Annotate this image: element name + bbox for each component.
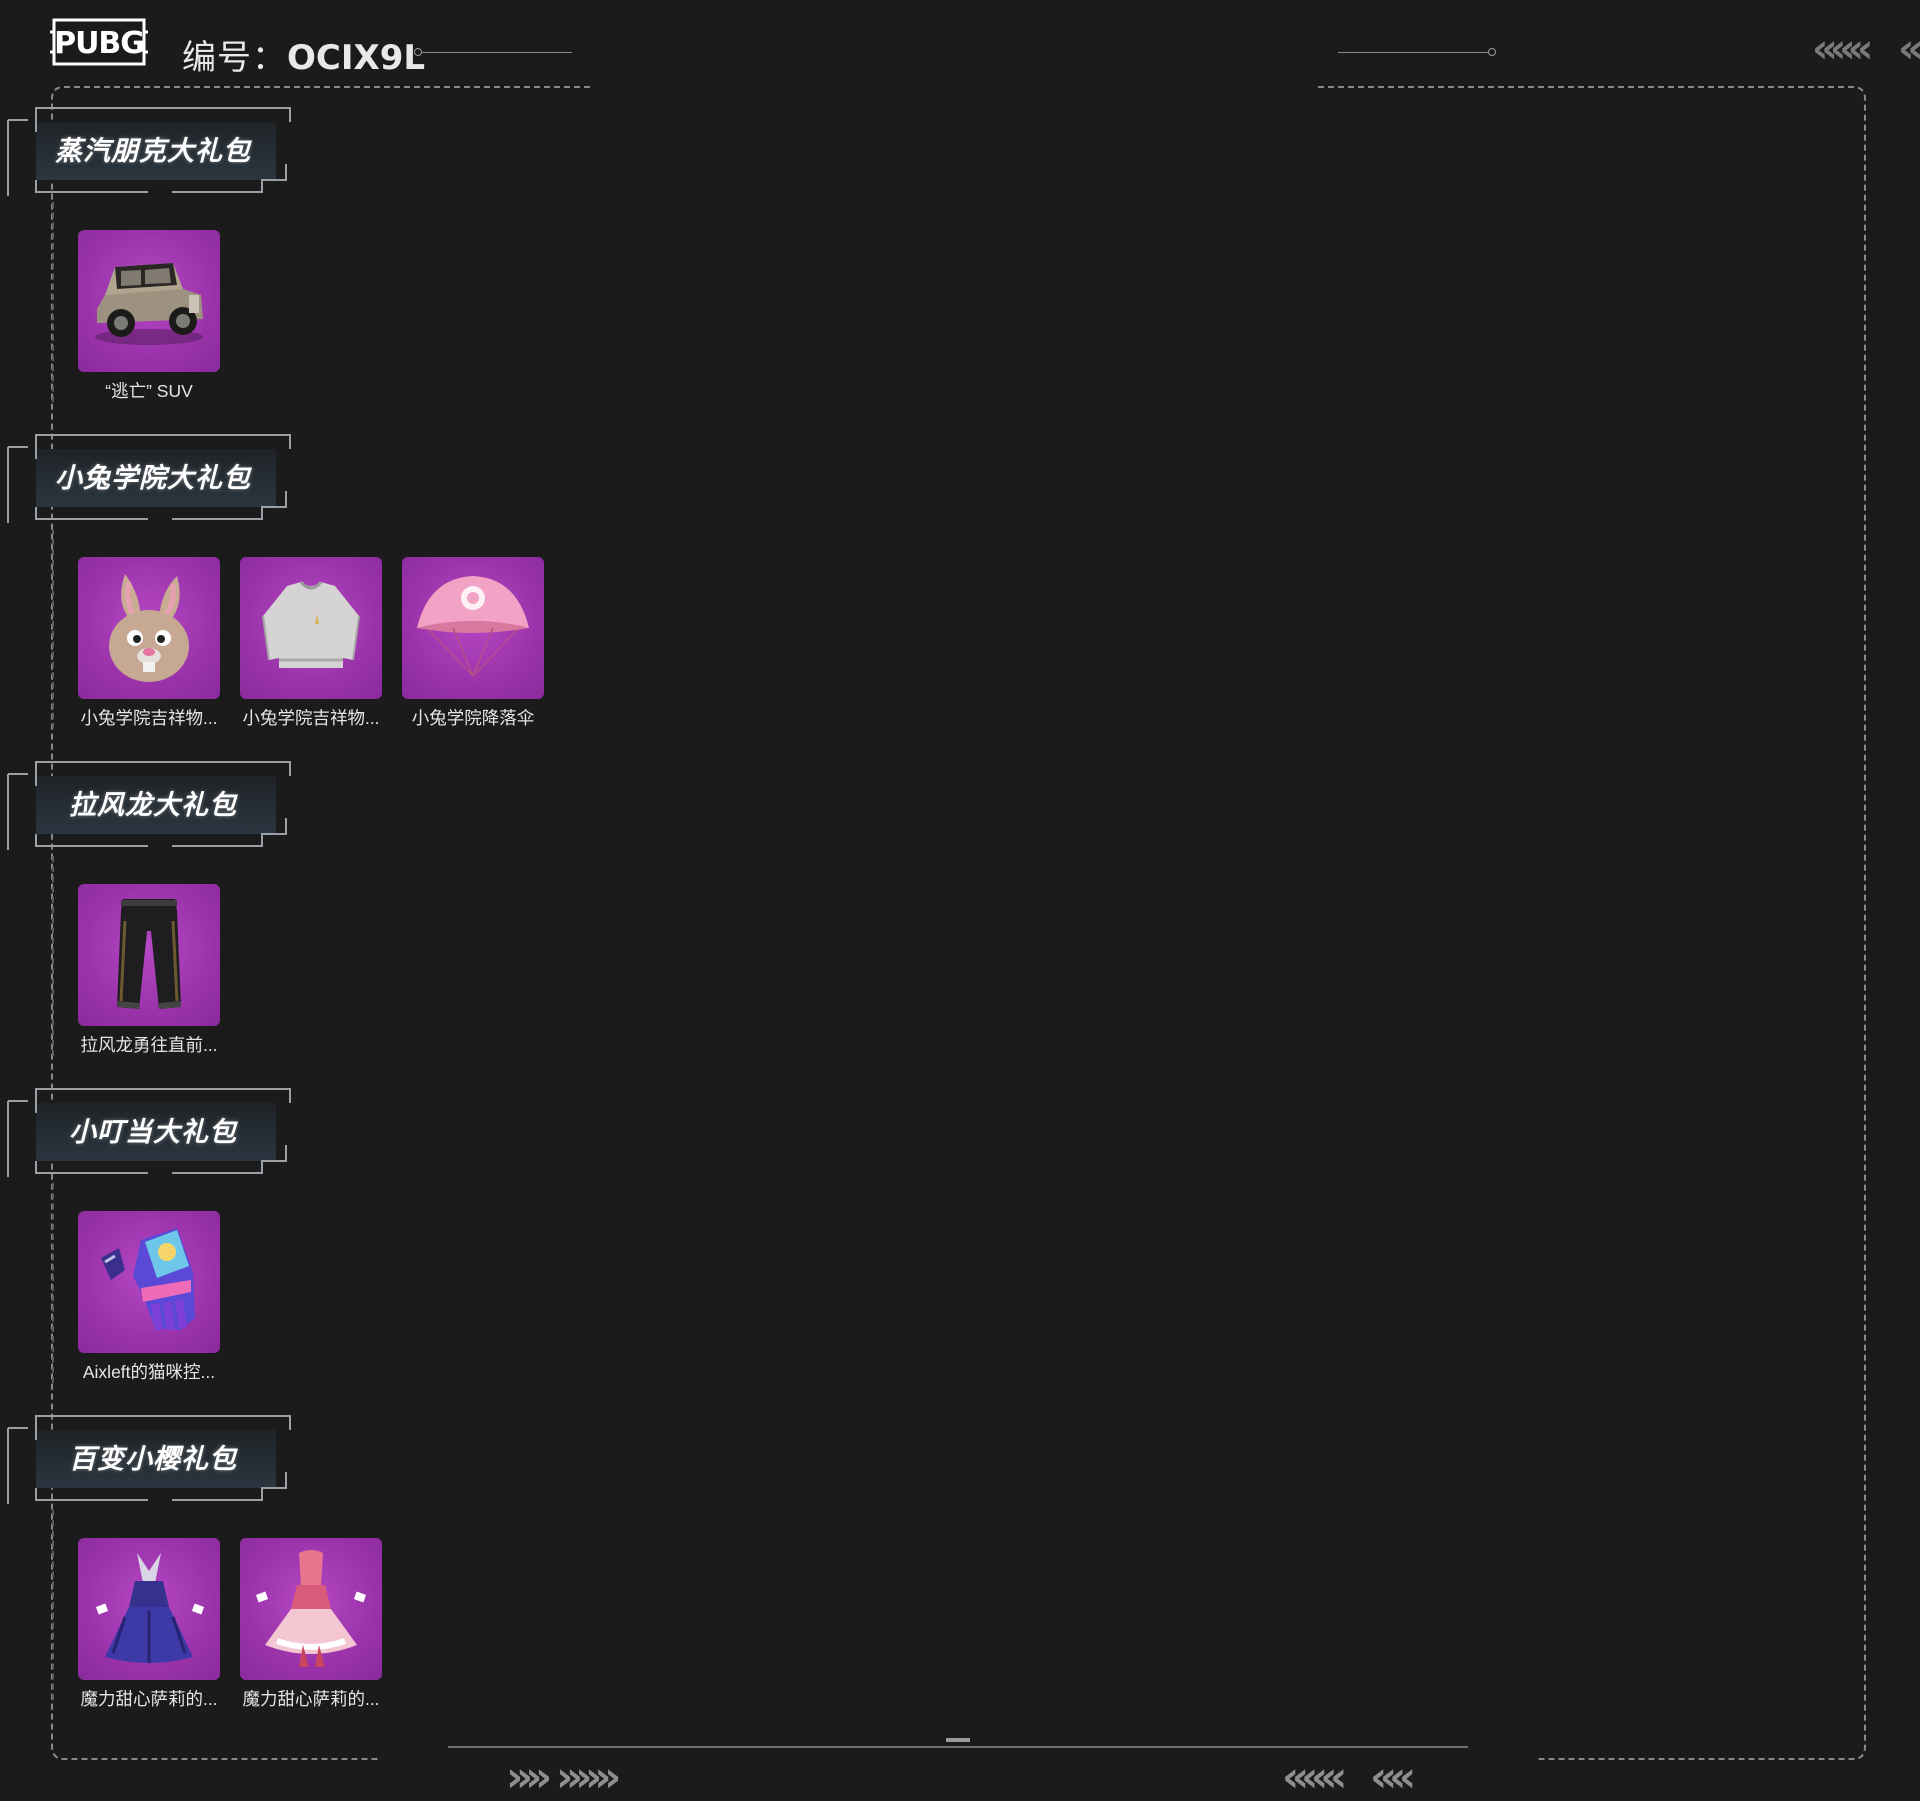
section-title: 百变小樱礼包 xyxy=(69,1443,237,1474)
section-header: 拉风龙大礼包 xyxy=(0,756,300,852)
section-title: 小叮当大礼包 xyxy=(69,1116,237,1147)
chevrons-left-icon-bottom: ««« xyxy=(1282,1752,1347,1801)
section-header: 百变小樱礼包 xyxy=(0,1410,300,1506)
section-connector xyxy=(52,529,54,729)
reward-item-label: “逃亡” SUV xyxy=(105,381,193,401)
gloves-icon xyxy=(101,1228,195,1331)
section-connector xyxy=(52,202,54,402)
reward-item[interactable]: Aixleft的猫咪控... xyxy=(78,1211,220,1384)
reward-item[interactable]: “逃亡” SUV xyxy=(78,230,220,403)
section-header: 小叮当大礼包 xyxy=(0,1083,300,1179)
reward-item-label: 拉风龙勇往直前... xyxy=(80,1035,218,1055)
section-connector xyxy=(52,1510,54,1700)
car-icon xyxy=(95,263,203,345)
reward-item-thumbnail[interactable] xyxy=(402,557,544,699)
reward-item-thumbnail[interactable] xyxy=(78,230,220,372)
section-connector xyxy=(52,1183,54,1383)
reward-item[interactable]: 魔力甜心萨莉的... xyxy=(240,1538,382,1711)
section-header: 蒸汽朋克大礼包 xyxy=(0,102,300,198)
reward-item-label: 魔力甜心萨莉的... xyxy=(242,1689,380,1709)
reward-item[interactable]: 小兔学院降落伞 xyxy=(402,557,544,730)
reward-item[interactable]: 拉风龙勇往直前... xyxy=(78,884,220,1057)
section-connector xyxy=(52,856,54,1056)
reward-item-label: 小兔学院吉祥物... xyxy=(80,708,218,728)
reward-item[interactable]: 小兔学院吉祥物... xyxy=(78,557,220,730)
chevrons-right-icon-bottom: »» xyxy=(506,1752,552,1801)
chevrons-left-icon-bottom-2: «« xyxy=(1370,1752,1416,1801)
dark-dress-icon xyxy=(95,1553,205,1663)
section-items: 小兔学院吉祥物... 小兔学院吉祥物... 小兔学院降落伞 xyxy=(78,557,544,730)
pink-dress-icon xyxy=(255,1550,367,1667)
bunny-mask-icon xyxy=(109,574,189,682)
section-header: 小兔学院大礼包 xyxy=(0,429,300,525)
reward-item-thumbnail[interactable] xyxy=(78,1538,220,1680)
section-items: Aixleft的猫咪控... xyxy=(78,1211,220,1384)
section-title: 小兔学院大礼包 xyxy=(55,462,251,493)
reward-item-label: Aixleft的猫咪控... xyxy=(82,1362,216,1382)
reward-item-thumbnail[interactable] xyxy=(240,557,382,699)
section-items: “逃亡” SUV xyxy=(78,230,220,403)
section-items: 拉风龙勇往直前... xyxy=(78,884,220,1057)
parachute-icon xyxy=(417,576,529,677)
section-title: 蒸汽朋克大礼包 xyxy=(55,135,251,166)
section-title: 拉风龙大礼包 xyxy=(69,789,237,820)
reward-item-thumbnail[interactable] xyxy=(240,1538,382,1680)
content-frame xyxy=(51,86,1866,1760)
reward-item[interactable]: 魔力甜心萨莉的... xyxy=(78,1538,220,1711)
reward-item-thumbnail[interactable] xyxy=(78,1211,220,1353)
reward-item-thumbnail[interactable] xyxy=(78,884,220,1026)
reward-item-label: 魔力甜心萨莉的... xyxy=(80,1689,218,1709)
reward-item-label: 小兔学院吉祥物... xyxy=(242,708,380,728)
reward-item[interactable]: 小兔学院吉祥物... xyxy=(240,557,382,730)
reward-item-label: 小兔学院降落伞 xyxy=(411,708,535,728)
sweater-icon xyxy=(262,580,360,668)
reward-item-thumbnail[interactable] xyxy=(78,557,220,699)
chevrons-right-icon-bottom-2: »»» xyxy=(556,1752,621,1801)
pants-icon xyxy=(117,899,181,1009)
section-items: 魔力甜心萨莉的... 魔力甜心萨莉的... xyxy=(78,1538,382,1711)
